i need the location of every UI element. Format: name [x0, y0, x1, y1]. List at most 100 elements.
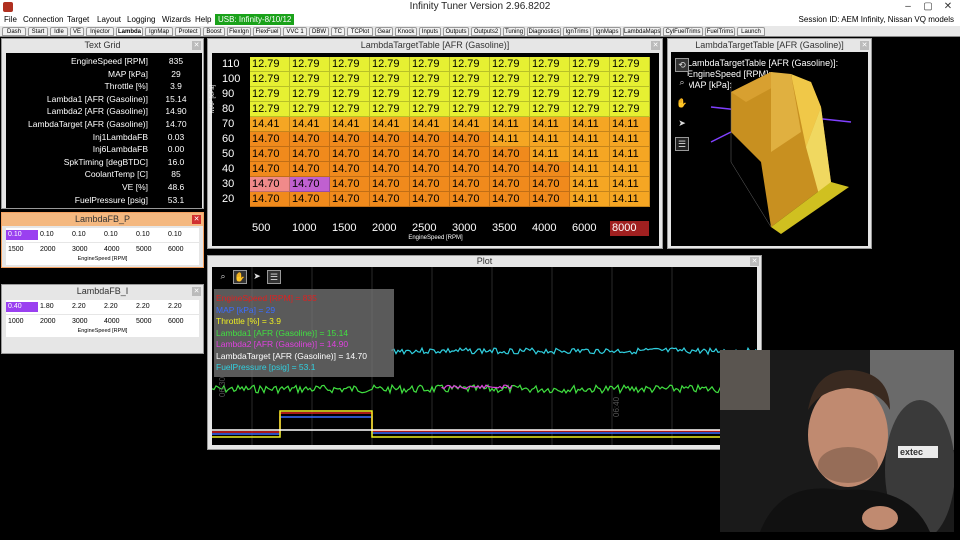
lambda-table-cell[interactable]: 12.79 — [290, 72, 330, 87]
lambda-table-cell[interactable]: 14.70 — [290, 132, 330, 147]
lambda-table-cell[interactable]: 12.79 — [610, 87, 650, 102]
tab-outputs2[interactable]: Outputs2 — [471, 27, 501, 36]
tab-lambda[interactable]: Lambda — [116, 27, 143, 36]
tab-start[interactable]: Start — [28, 27, 48, 36]
lambda-table-cell[interactable]: 12.79 — [250, 87, 290, 102]
tab-gear[interactable]: Gear — [375, 27, 393, 36]
lambda-table-cell[interactable]: 14.11 — [530, 147, 570, 162]
lambda-table-cell[interactable]: 14.11 — [490, 132, 530, 147]
tab-tcplot[interactable]: TCPlot — [347, 27, 373, 36]
tab-diagnostics[interactable]: Diagnostics — [527, 27, 561, 36]
lambda-table-cell[interactable]: 12.79 — [450, 102, 490, 117]
tab-igntrims[interactable]: IgnTrims — [563, 27, 591, 36]
lambda-table-cell[interactable]: 14.70 — [410, 162, 450, 177]
tab-launch[interactable]: Launch — [737, 27, 765, 36]
menu-logging[interactable]: Logging — [127, 15, 155, 24]
lambda-table-cell[interactable]: 12.79 — [570, 87, 610, 102]
lambda-table-cell[interactable]: 12.79 — [410, 87, 450, 102]
lambda-table-cell[interactable]: 14.11 — [570, 117, 610, 132]
lambda-table-cell[interactable]: 12.79 — [370, 87, 410, 102]
tab-ignmaps[interactable]: IgnMaps — [593, 27, 621, 36]
lambda-table-cell[interactable]: 12.79 — [530, 57, 570, 72]
tab-cylfueltrims[interactable]: CylFuelTrims — [663, 27, 703, 36]
lambda-table-cell[interactable]: 14.41 — [290, 117, 330, 132]
lambda-table-cell[interactable]: 14.70 — [250, 192, 290, 207]
lambda-table-cell[interactable]: 14.70 — [410, 132, 450, 147]
tab-fueltrims[interactable]: FuelTrims — [705, 27, 735, 36]
lambda-table-cell[interactable]: 12.79 — [530, 87, 570, 102]
tab-knock[interactable]: Knock — [395, 27, 417, 36]
menu-help[interactable]: Help — [195, 15, 211, 24]
lambda-table-cell[interactable]: 14.70 — [330, 177, 370, 192]
lambda-table-cell[interactable]: 14.70 — [490, 192, 530, 207]
lambda-table-cell[interactable]: 14.41 — [330, 117, 370, 132]
lambda-table-cell[interactable]: 12.79 — [250, 57, 290, 72]
lambda-table-cell[interactable]: 14.70 — [250, 162, 290, 177]
lambda-table-cell[interactable]: 12.79 — [370, 102, 410, 117]
lambda-table-cell[interactable]: 12.79 — [490, 102, 530, 117]
lambda-table-cell[interactable]: 14.70 — [490, 162, 530, 177]
lambda-table-cell[interactable]: 12.79 — [330, 87, 370, 102]
lambda-table-cell[interactable]: 14.70 — [530, 177, 570, 192]
tab-protect[interactable]: Protect — [175, 27, 201, 36]
lambda-table-cell[interactable]: 14.70 — [250, 132, 290, 147]
lambda-table-cell[interactable]: 12.79 — [370, 57, 410, 72]
tab-flexfuel[interactable]: FlexFuel — [253, 27, 281, 36]
lambda-fb-p-cell[interactable]: 0.10 — [134, 230, 166, 240]
lambda-table-cell[interactable]: 14.11 — [490, 117, 530, 132]
lambda-fb-p-cell[interactable]: 0.10 — [6, 230, 38, 240]
menu-layout[interactable]: Layout — [97, 15, 121, 24]
lambda-table-cell[interactable]: 14.70 — [530, 162, 570, 177]
lambda-table-cell[interactable]: 14.11 — [610, 132, 650, 147]
plot3d-close-button[interactable]: ✕ — [860, 41, 869, 50]
lambda-table-cell[interactable]: 14.70 — [490, 177, 530, 192]
lambda-table-cell[interactable]: 14.11 — [530, 132, 570, 147]
lambda-table-cell[interactable]: 14.11 — [570, 147, 610, 162]
lambda-table-cell[interactable]: 14.70 — [370, 192, 410, 207]
lambda-fb-p-cell[interactable]: 0.10 — [38, 230, 70, 240]
lambda-fb-i-cell[interactable]: 1.80 — [38, 302, 70, 312]
menu-file[interactable]: File — [4, 15, 17, 24]
minimize-button[interactable]: – — [898, 0, 918, 14]
lambda-table-cell[interactable]: 14.11 — [610, 177, 650, 192]
lambdafb-p-close-button[interactable]: ✕ — [192, 215, 201, 224]
lambda-fb-p-cell[interactable]: 0.10 — [166, 230, 198, 240]
lambda-table-cell[interactable]: 14.41 — [410, 117, 450, 132]
lambda-table-cell[interactable]: 12.79 — [610, 72, 650, 87]
lambda-table-cell[interactable]: 14.11 — [610, 117, 650, 132]
lambda-table-cell[interactable]: 12.79 — [570, 72, 610, 87]
lambda-table-cell[interactable]: 14.70 — [290, 192, 330, 207]
lambda-fb-i-cell[interactable]: 2.20 — [166, 302, 198, 312]
tab-idle[interactable]: Idle — [50, 27, 68, 36]
lambda-table-cell[interactable]: 12.79 — [530, 102, 570, 117]
lambda-table-cell[interactable]: 14.11 — [570, 132, 610, 147]
lambda-table-cell[interactable]: 12.79 — [610, 57, 650, 72]
tab-boost[interactable]: Boost — [203, 27, 225, 36]
lambda-table-cell[interactable]: 12.79 — [450, 87, 490, 102]
tab-tc[interactable]: TC — [331, 27, 345, 36]
tab-ve[interactable]: VE — [70, 27, 84, 36]
lambda-table-cell[interactable]: 14.70 — [290, 177, 330, 192]
lambda-table-cell[interactable]: 12.79 — [290, 87, 330, 102]
lambda-table-cell[interactable]: 12.79 — [490, 57, 530, 72]
lambda-table-cell[interactable]: 14.70 — [450, 147, 490, 162]
lambda-table-cell[interactable]: 14.11 — [610, 192, 650, 207]
lambda-table-cell[interactable]: 14.70 — [250, 177, 290, 192]
menu-target[interactable]: Target — [67, 15, 89, 24]
lambda-table-cell[interactable]: 12.79 — [250, 72, 290, 87]
lambda-table-cell[interactable]: 14.11 — [570, 192, 610, 207]
lambda-fb-i-cell[interactable]: 2.20 — [70, 302, 102, 312]
tab-ignmap[interactable]: IgnMap — [145, 27, 173, 36]
lambda-table-cell[interactable]: 12.79 — [330, 72, 370, 87]
lambda-fb-i-cell[interactable]: 2.20 — [134, 302, 166, 312]
lambda-table-cell[interactable]: 12.79 — [610, 102, 650, 117]
lambda-table-cell[interactable]: 12.79 — [490, 87, 530, 102]
lambda-table-cell[interactable]: 12.79 — [570, 102, 610, 117]
lambda-table-cell[interactable]: 14.70 — [330, 147, 370, 162]
lambda-table-cell[interactable]: 14.11 — [610, 162, 650, 177]
lambda-table-cell[interactable]: 14.11 — [610, 147, 650, 162]
lambda-table-cell[interactable]: 12.79 — [250, 102, 290, 117]
lambda-table-cell[interactable]: 14.70 — [410, 192, 450, 207]
lambda-table-cell[interactable]: 14.70 — [370, 162, 410, 177]
lambda-table-cell[interactable]: 14.70 — [410, 147, 450, 162]
